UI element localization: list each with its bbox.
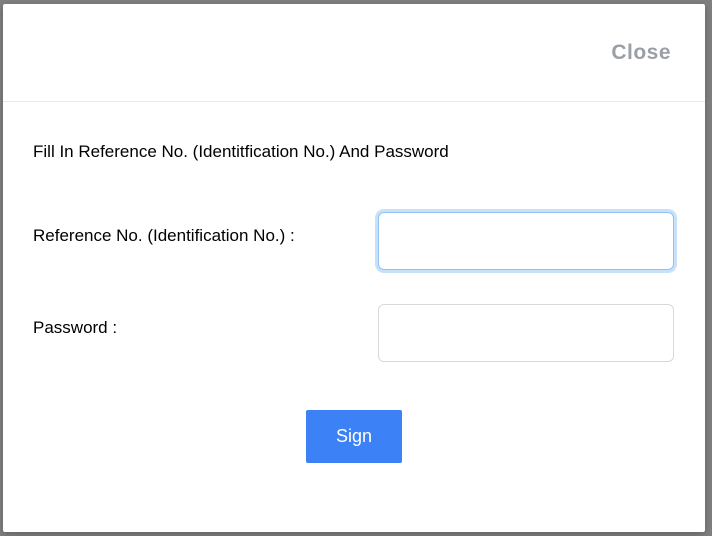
password-label: Password : — [33, 304, 378, 338]
sign-button[interactable]: Sign — [306, 410, 402, 463]
password-input[interactable] — [378, 304, 674, 362]
modal-dialog: Close Fill In Reference No. (Identitfica… — [3, 4, 705, 532]
modal-body: Fill In Reference No. (Identitfication N… — [3, 102, 705, 463]
reference-row: Reference No. (Identification No.) : — [33, 212, 675, 270]
reference-label: Reference No. (Identification No.) : — [33, 212, 378, 246]
close-button[interactable]: Close — [611, 41, 671, 65]
modal-header: Close — [3, 4, 705, 102]
button-row: Sign — [33, 410, 675, 463]
reference-input[interactable] — [378, 212, 674, 270]
password-row: Password : — [33, 304, 675, 362]
instruction-text: Fill In Reference No. (Identitfication N… — [33, 142, 675, 162]
